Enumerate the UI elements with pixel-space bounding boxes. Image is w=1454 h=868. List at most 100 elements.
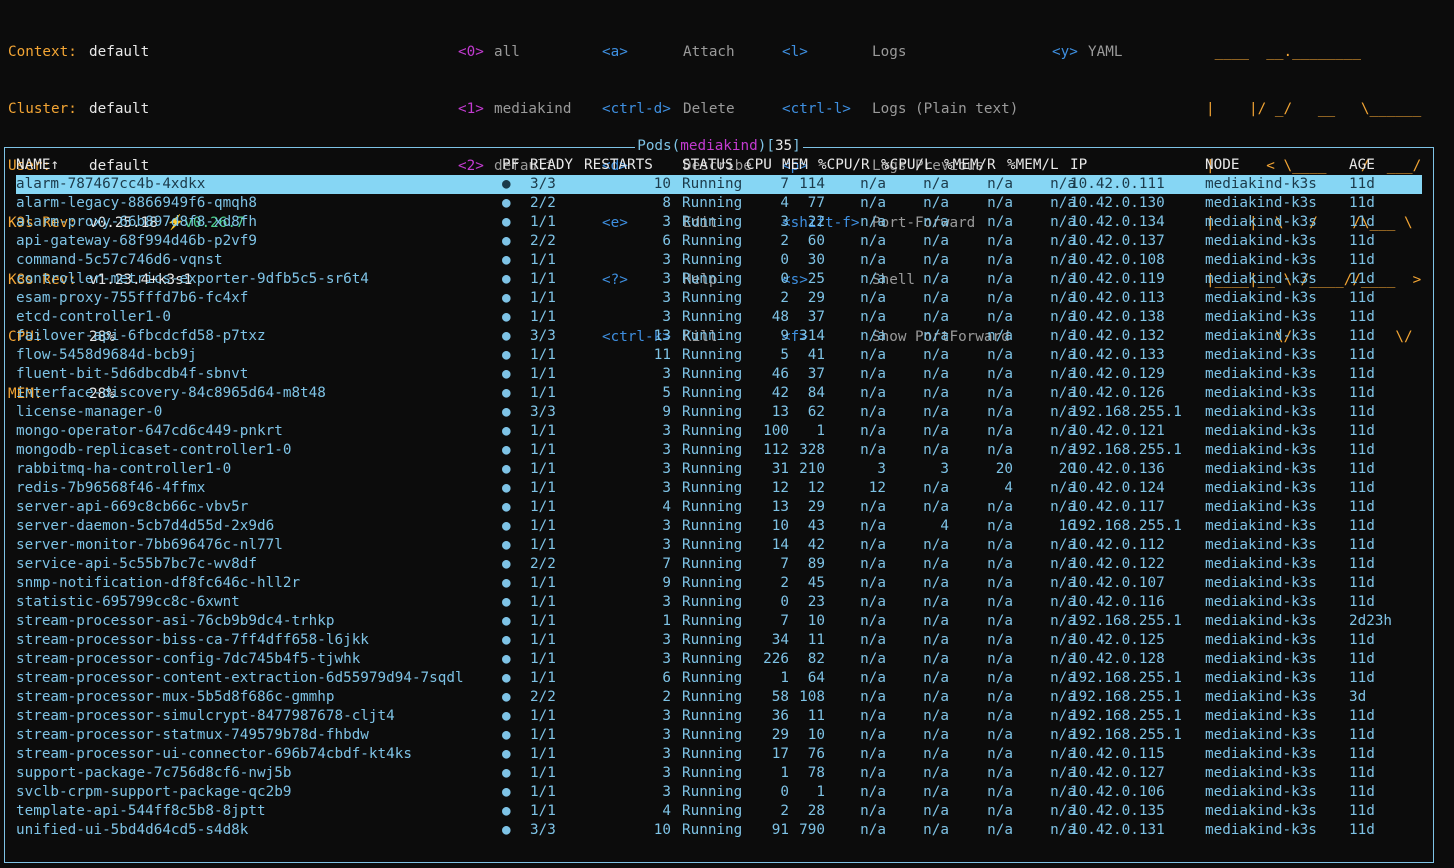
table-row[interactable]: alarm-legacy-8866949f6-qmqh8 ● 2/2 8 Running… (16, 194, 1422, 213)
table-row[interactable]: server-daemon-5cb7d4d55d-2x9d6 ● 1/1 3 Runni… (16, 517, 1422, 536)
table-row[interactable]: server-monitor-7bb696476c-nl77l ● 1/1 3 Runn… (16, 536, 1422, 555)
pod-mem: 1 (816, 423, 825, 439)
pod-pf-indicator: ● (502, 594, 511, 610)
hint-delete[interactable]: <ctrl-d> Delete (602, 100, 752, 119)
column-node[interactable]: NODE (1205, 156, 1239, 175)
table-row[interactable]: support-package-7c756d8cf6-nwj5b ● 1/1 3 Run… (16, 764, 1422, 783)
table-row[interactable]: stream-processor-simulcrypt-8477987678-c… (16, 707, 1422, 726)
pod-age: 11d (1349, 233, 1375, 249)
pod-node: mediakind-k3s (1205, 442, 1317, 458)
pod-pf-indicator: ● (502, 822, 511, 838)
pod-node: mediakind-k3s (1205, 537, 1317, 553)
pod-ip: 10.42.0.119 (1070, 271, 1165, 287)
pod-mem-l: n/a (1050, 404, 1076, 420)
pod-pf-indicator: ● (502, 784, 511, 800)
pod-ready: 3/3 (530, 404, 556, 420)
table-row[interactable]: flow-5458d9684d-bcb9j ● 1/1 11 Running 5 41 n/a… (16, 346, 1422, 365)
pod-ready: 3/3 (530, 176, 556, 192)
table-row[interactable]: stream-processor-config-7dc745b4f5-tjwhk… (16, 650, 1422, 669)
pod-mem: 29 (807, 290, 825, 306)
hint-yaml[interactable]: <y> YAML (1052, 43, 1122, 62)
pod-restarts: 3 (662, 746, 671, 762)
column-pf[interactable]: PF (502, 156, 519, 175)
column-mem-r[interactable]: %MEM/R (944, 156, 996, 175)
column-restarts[interactable]: RESTARTS (584, 156, 653, 175)
table-row[interactable]: mongodb-replicaset-controller1-0 ● 1/1 3 Run… (16, 441, 1422, 460)
table-row[interactable]: stream-processor-mux-5b5d8f686c-gmmhp ● 2/… (16, 688, 1422, 707)
table-row[interactable]: controller-metrics-exporter-9dfb5c5-sr6t… (16, 270, 1422, 289)
table-row[interactable]: esam-proxy-755fffd7b6-fc4xf ● 1/1 3 Running 2… (16, 289, 1422, 308)
pod-cpu: 14 (771, 537, 789, 553)
table-row[interactable]: rabbitmq-ha-controller1-0 ● 1/1 3 Running 31 2… (16, 460, 1422, 479)
column-mem[interactable]: MEM (782, 156, 808, 175)
pod-cpu-r: n/a (860, 670, 886, 686)
pod-mem: 23 (807, 594, 825, 610)
pod-pf-indicator: ● (502, 499, 511, 515)
table-row[interactable]: stream-processor-asi-76cb9b9dc4-trhkp ● 1/… (16, 612, 1422, 631)
column-cpu-r[interactable]: %CPU/R (818, 156, 870, 175)
table-row[interactable]: license-manager-0 ● 3/3 9 Running 13 62 n/a n/a n… (16, 403, 1422, 422)
pod-restarts: 3 (662, 461, 671, 477)
namespace-shortcut-mediakind[interactable]: <1> mediakind (458, 100, 571, 119)
table-row[interactable]: stream-processor-ui-connector-696b74cbdf… (16, 745, 1422, 764)
column-ready[interactable]: READY (530, 156, 573, 175)
column-cpu-l[interactable]: %CPU/L (881, 156, 933, 175)
column-mem-l[interactable]: %MEM/L (1007, 156, 1059, 175)
table-row[interactable]: fluent-bit-5d6dbcdb4f-sbnvt ● 1/1 3 Running 4… (16, 365, 1422, 384)
table-row[interactable]: mongo-operator-647cd6c449-pnkrt ● 1/1 3 Runn… (16, 422, 1422, 441)
table-row[interactable]: template-api-544ff8c5b8-8jptt ● 1/1 4 Runnin… (16, 802, 1422, 821)
table-row[interactable]: svclb-crpm-support-package-qc2b9 ● 1/1 3 Run… (16, 783, 1422, 802)
column-name[interactable]: NAME↑ (16, 156, 59, 175)
pod-mem-r: n/a (987, 423, 1013, 439)
pod-cpu-r: n/a (860, 290, 886, 306)
pod-node: mediakind-k3s (1205, 746, 1317, 762)
table-row[interactable]: server-api-669c8cb66c-vbv5r ● 1/1 4 Running 1… (16, 498, 1422, 517)
pod-ip: 192.168.255.1 (1070, 613, 1182, 629)
pod-mem-l: n/a (1050, 290, 1076, 306)
table-row[interactable]: redis-7b96568f46-4ffmx ● 1/1 3 Running 12 12 12… (16, 479, 1422, 498)
column-age[interactable]: AGE (1349, 156, 1375, 175)
pod-mem-r: n/a (987, 347, 1013, 363)
table-row[interactable]: alarm-proxy-66b897d8f8-xd8fh ● 1/1 3 Running… (16, 213, 1422, 232)
table-row[interactable]: interface-discovery-84c8965d64-m8t48 ● 1/1… (16, 384, 1422, 403)
table-row[interactable]: etcd-controller1-0 ● 1/1 3 Running 48 37 n/a n/a… (16, 308, 1422, 327)
pod-status: Running (682, 347, 743, 363)
pod-ip: 10.42.0.136 (1070, 461, 1165, 477)
pod-mem-l: n/a (1050, 613, 1076, 629)
pod-status: Running (682, 575, 743, 591)
hint-logs[interactable]: <l> Logs (782, 43, 1018, 62)
pod-status: Running (682, 727, 743, 743)
pod-name: rabbitmq-ha-controller1-0 (16, 461, 232, 477)
pod-status: Running (682, 765, 743, 781)
column-status[interactable]: STATUS (682, 156, 734, 175)
table-row[interactable]: stream-processor-content-extraction-6d55… (16, 669, 1422, 688)
pod-mem-l: n/a (1050, 233, 1076, 249)
table-row[interactable]: unified-ui-5bd4d64cd5-s4d8k ● 3/3 10 Running… (16, 821, 1422, 840)
pod-status: Running (682, 461, 743, 477)
hint-attach[interactable]: <a> Attach (602, 43, 752, 62)
table-row[interactable]: statistic-695799cc8c-6xwnt ● 1/1 3 Running 0 2… (16, 593, 1422, 612)
table-row[interactable]: command-5c57c746d6-vqnst ● 1/1 3 Running 0 30 n… (16, 251, 1422, 270)
table-row[interactable]: stream-processor-biss-ca-7ff4dff658-l6jk… (16, 631, 1422, 650)
table-row[interactable]: stream-processor-statmux-749579b78d-fhbd… (16, 726, 1422, 745)
table-row[interactable]: snmp-notification-df8fc646c-hll2r ● 1/1 9 Ru… (16, 574, 1422, 593)
pod-mem-r: n/a (987, 784, 1013, 800)
namespace-shortcut-all[interactable]: <0> all (458, 43, 571, 62)
pod-age: 11d (1349, 442, 1375, 458)
pod-mem: 790 (799, 822, 825, 838)
column-ip[interactable]: IP (1070, 156, 1087, 175)
pod-age: 11d (1349, 423, 1375, 439)
pod-ip: 192.168.255.1 (1070, 404, 1182, 420)
hint-logs-plain[interactable]: <ctrl-l> Logs (Plain text) (782, 100, 1018, 119)
table-row[interactable]: alarm-787467cc4b-4xdkx ● 3/3 10 Running 7 114 n… (16, 175, 1422, 194)
table-row[interactable]: api-gateway-68f994d46b-p2vf9 ● 2/2 6 Running… (16, 232, 1422, 251)
pod-mem-l: 16 (1058, 518, 1076, 534)
table-row[interactable]: failover-api-6fbcdcfd58-p7txz ● 3/3 13 Runni… (16, 327, 1422, 346)
column-cpu[interactable]: CPU (746, 156, 772, 175)
pod-cpu-l: n/a (923, 727, 949, 743)
pod-age: 11d (1349, 518, 1375, 534)
table-row[interactable]: service-api-5c55b7bc7c-wv8df ● 2/2 7 Running… (16, 555, 1422, 574)
pod-mem-l: n/a (1050, 594, 1076, 610)
info-context: Context: default (8, 44, 150, 60)
pod-cpu: 0 (780, 271, 789, 287)
